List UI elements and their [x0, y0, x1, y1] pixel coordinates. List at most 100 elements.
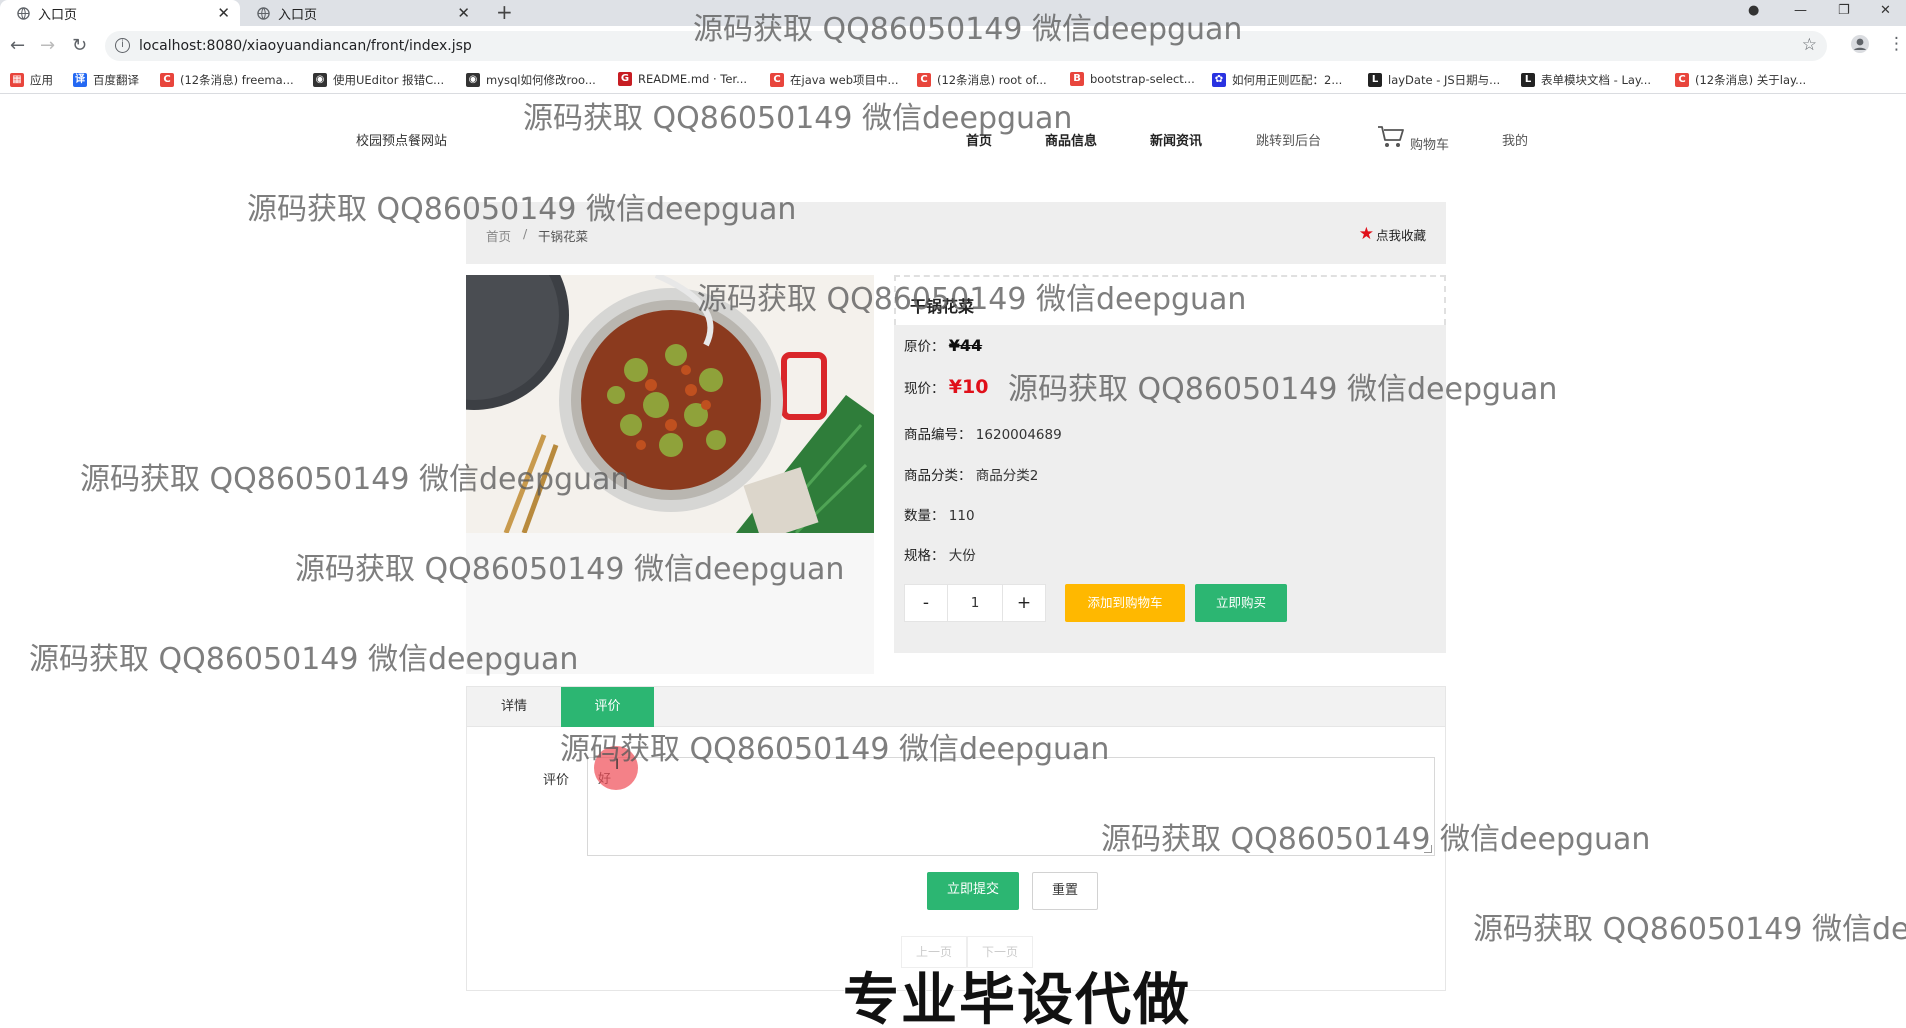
- breadcrumb: 首页 / 干锅花菜 ★ 点我收藏: [466, 202, 1446, 264]
- bookmark-item[interactable]: Bbootstrap-select...: [1070, 72, 1195, 86]
- current-price: ¥10: [948, 376, 989, 398]
- cart-icon[interactable]: [1376, 123, 1406, 149]
- bookmark-label: 应用: [30, 73, 53, 87]
- forward-arrow-icon[interactable]: →: [40, 35, 55, 56]
- minimize-button[interactable]: —: [1794, 0, 1807, 26]
- nav-products[interactable]: 商品信息: [1045, 130, 1097, 149]
- bookmark-item[interactable]: 译百度翻译: [73, 72, 139, 88]
- product-image: [466, 275, 874, 533]
- baidu-paw-icon: ✿: [1212, 73, 1226, 87]
- current-price-row: 现价： ¥10: [904, 376, 988, 398]
- quantity-input[interactable]: 1: [948, 584, 1002, 622]
- spec-row: 规格： 大份: [904, 544, 976, 564]
- globe-icon: [256, 6, 270, 20]
- product-name: 干锅花菜: [910, 297, 975, 316]
- breadcrumb-home[interactable]: 首页: [486, 226, 511, 245]
- favorite-link[interactable]: ★ 点我收藏: [1359, 224, 1426, 244]
- bookmark-item[interactable]: G README.md · Ter...: [618, 72, 747, 86]
- browser-tab-active[interactable]: 入口页 ✕: [0, 0, 240, 26]
- browser-menu-icon[interactable]: ⋮: [1888, 34, 1905, 54]
- reload-icon[interactable]: ↻: [72, 35, 87, 56]
- product-image-column: [466, 275, 874, 674]
- layui-icon: L: [1368, 73, 1382, 87]
- csdn-icon: C: [160, 73, 174, 87]
- increment-button[interactable]: +: [1002, 584, 1046, 622]
- bookmark-label: 在java web项目中...: [790, 73, 899, 87]
- close-window-button[interactable]: ✕: [1880, 0, 1891, 26]
- nav-cart[interactable]: 购物车: [1410, 134, 1449, 153]
- review-label: 评价: [543, 773, 570, 788]
- apps-grid-icon: ▦: [10, 73, 24, 87]
- nav-mine[interactable]: 我的: [1502, 130, 1528, 149]
- bookmark-label: 百度翻译: [93, 73, 139, 87]
- bookmark-star-icon[interactable]: ☆: [1802, 35, 1817, 55]
- nav-home[interactable]: 首页: [966, 130, 992, 149]
- product-category-row: 商品分类： 商品分类2: [904, 464, 1038, 484]
- breadcrumb-separator: /: [523, 226, 528, 241]
- new-tab-button[interactable]: +: [496, 0, 513, 26]
- tab-details[interactable]: 详情: [467, 687, 561, 727]
- submit-review-button[interactable]: 立即提交: [927, 872, 1019, 910]
- bookmark-item[interactable]: L 表单模块文档 - Lay...: [1521, 72, 1651, 88]
- tab-header: 详情 评价: [467, 687, 1445, 727]
- csdn-icon: C: [1675, 73, 1689, 87]
- product-info-panel: 干锅花菜 原价： ¥44 现价： ¥10 商品编号： 1620004689 商品…: [894, 275, 1446, 653]
- info-icon[interactable]: i: [115, 38, 130, 53]
- decrement-button[interactable]: -: [904, 584, 948, 622]
- bookmark-item[interactable]: C (12条消息) 关于lay...: [1675, 72, 1806, 88]
- buy-now-button[interactable]: 立即购买: [1195, 584, 1287, 622]
- product-code-row: 商品编号： 1620004689: [904, 423, 1062, 443]
- github-cat-icon: ◉: [313, 73, 327, 87]
- site-brand[interactable]: 校园预点餐网站: [356, 130, 447, 149]
- bookmark-item[interactable]: ◉ mysql如何修改roo...: [466, 72, 596, 88]
- text-cursor-icon: I: [615, 757, 620, 773]
- add-to-cart-button[interactable]: 添加到购物车: [1065, 584, 1185, 622]
- breadcrumb-current: 干锅花菜: [538, 229, 589, 244]
- stock-row: 数量： 110: [904, 504, 975, 524]
- restore-button[interactable]: ❐: [1838, 0, 1850, 26]
- bookmark-item[interactable]: ✿ 如何用正则匹配：2...: [1212, 72, 1342, 88]
- product-code: 1620004689: [975, 427, 1062, 443]
- baidu-translate-icon: 译: [73, 73, 87, 87]
- bookmark-label: README.md · Ter...: [638, 72, 748, 86]
- reset-button[interactable]: 重置: [1032, 872, 1098, 910]
- current-price-label: 现价：: [904, 381, 945, 397]
- nav-news[interactable]: 新闻资讯: [1150, 130, 1202, 149]
- bookmark-label: (12条消息) freema...: [180, 73, 294, 87]
- stock-label: 数量：: [904, 508, 945, 524]
- review-textarea[interactable]: 好: [587, 757, 1435, 856]
- gitee-icon: G: [618, 72, 632, 86]
- bookmark-item[interactable]: C (12条消息) root of...: [917, 72, 1047, 88]
- tab-review[interactable]: 评价: [561, 687, 654, 727]
- account-icon[interactable]: [1850, 34, 1870, 59]
- bookmark-label: mysql如何修改roo...: [486, 73, 596, 87]
- product-code-label: 商品编号：: [904, 427, 972, 443]
- layui-icon: L: [1521, 73, 1535, 87]
- close-tab-icon[interactable]: ✕: [457, 4, 470, 22]
- favorite-label: 点我收藏: [1375, 227, 1426, 243]
- bookmark-label: 使用UEditor 报错C...: [333, 73, 445, 87]
- original-price-row: 原价： ¥44: [904, 335, 982, 355]
- bookmark-label: bootstrap-select...: [1090, 72, 1195, 86]
- browser-toolbar: ← → ↻ i localhost:8080/xiaoyuandiancan/f…: [0, 26, 1906, 66]
- bookmark-item[interactable]: LlayDate - JS日期与...: [1368, 72, 1500, 88]
- bookmark-item[interactable]: C 在java web项目中...: [770, 72, 899, 88]
- profile-menu-icon[interactable]: ●: [1748, 0, 1759, 26]
- spec-label: 规格：: [904, 548, 945, 564]
- nav-admin[interactable]: 跳转到后台: [1256, 130, 1321, 149]
- bookmark-label: 表单模块文档 - Lay...: [1541, 73, 1652, 87]
- watermark: 源码获取 QQ86050149 微信dee: [1473, 912, 1906, 947]
- product-title-box: 干锅花菜: [894, 275, 1446, 325]
- bookmark-label: (12条消息) 关于lay...: [1695, 73, 1807, 87]
- back-arrow-icon[interactable]: ←: [10, 35, 25, 56]
- resize-grip-icon[interactable]: [1424, 845, 1432, 853]
- bookmark-item[interactable]: C (12条消息) freema...: [160, 72, 294, 88]
- apps-bookmark[interactable]: ▦ 应用: [10, 72, 53, 88]
- browser-tab[interactable]: 入口页 ✕: [240, 0, 480, 26]
- browser-window: 入口页 ✕ 入口页 ✕ + ● — ❐ ✕ ← → ↻ i localhost:…: [0, 0, 1906, 1028]
- product-category: 商品分类2: [975, 468, 1039, 484]
- address-bar[interactable]: i localhost:8080/xiaoyuandiancan/front/i…: [105, 31, 1827, 61]
- close-tab-icon[interactable]: ✕: [217, 4, 230, 22]
- original-price-label: 原价：: [904, 339, 945, 355]
- bookmark-item[interactable]: ◉ 使用UEditor 报错C...: [313, 72, 444, 88]
